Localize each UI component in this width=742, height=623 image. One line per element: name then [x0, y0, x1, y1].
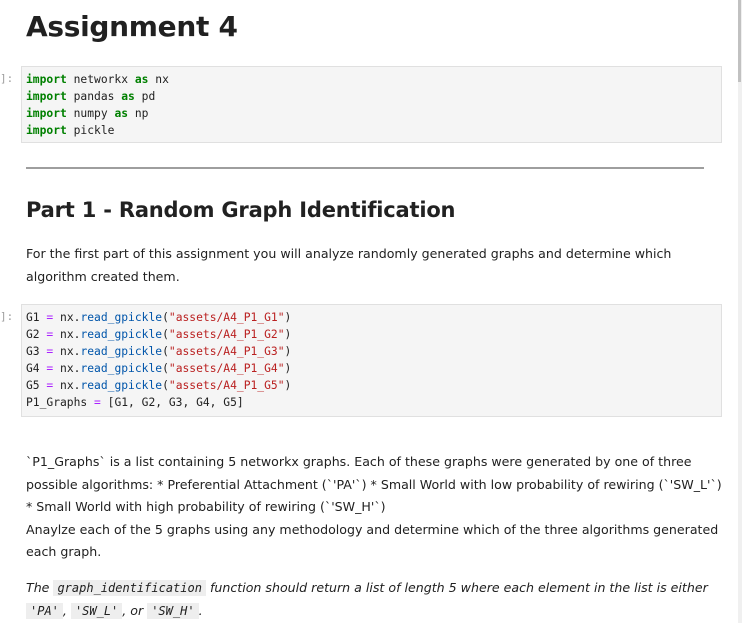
inline-code: 'SW_H' [147, 602, 199, 619]
code-line: G4 = nx.read_gpickle("assets/A4_P1_G4") [26, 360, 721, 377]
string-literal: "assets/A4_P1_G4" [168, 362, 285, 375]
string-literal: "assets/A4_P1_G5" [168, 379, 285, 392]
notebook-page: Assignment 4 ]: import networkx as nx im… [0, 0, 738, 623]
code-line: import pandas as pd [26, 88, 721, 105]
object: nx. [60, 362, 81, 375]
code-line: G2 = nx.read_gpickle("assets/A4_P1_G2") [26, 326, 721, 343]
code-line: import numpy as np [26, 105, 721, 122]
code-line: G1 = nx.read_gpickle("assets/A4_P1_G1") [26, 309, 721, 326]
text: , or [122, 602, 144, 618]
text-line: For the first part of this assignment yo… [26, 246, 672, 261]
variable: P1_Graphs [26, 396, 88, 409]
text: , [62, 602, 67, 618]
paren: ( [162, 362, 169, 375]
keyword: as [121, 90, 135, 103]
variable: G2 [26, 328, 40, 341]
text: function should return a list of length … [209, 580, 708, 595]
module-name: pickle [73, 124, 115, 137]
cell-prompt: ]: [0, 310, 14, 323]
keyword: as [134, 73, 149, 86]
description-paragraph: `P1_Graphs` is a list containing 5 netwo… [26, 451, 722, 564]
text: The [26, 580, 50, 595]
paren: ) [284, 345, 292, 358]
object: nx. [60, 311, 81, 324]
function-name: read_gpickle [80, 379, 163, 392]
string-literal: "assets/A4_P1_G1" [168, 311, 285, 324]
variable: G4 [26, 362, 40, 375]
vertical-scrollbar[interactable] [738, 0, 742, 623]
paren: ) [284, 379, 292, 392]
code-cell-load-graphs[interactable]: G1 = nx.read_gpickle("assets/A4_P1_G1") … [21, 304, 722, 417]
inline-code: 'PA' [26, 602, 63, 619]
code-line: G3 = nx.read_gpickle("assets/A4_P1_G3") [26, 343, 721, 360]
inline-code: 'SW_L' [70, 602, 123, 619]
keyword: import [26, 124, 67, 137]
text-line: * Small World with high probability of r… [26, 499, 386, 514]
string-literal: "assets/A4_P1_G2" [168, 328, 285, 341]
alias: nx [155, 73, 169, 86]
paren: ) [284, 362, 292, 375]
text-line: The graph_identification function should… [26, 577, 716, 600]
object: nx. [60, 328, 81, 341]
intro-paragraph: For the first part of this assignment yo… [26, 243, 716, 288]
scrollbar-thumb[interactable] [738, 0, 741, 82]
keyword: import [26, 107, 67, 120]
return-note-paragraph: The graph_identification function should… [26, 577, 716, 622]
variable: G5 [26, 379, 40, 392]
text-line: algorithm created them. [26, 268, 180, 284]
operator: = [46, 362, 54, 375]
text-line: 'PA', 'SW_L', or 'SW_H'. [26, 600, 716, 623]
code-line: import pickle [26, 122, 721, 139]
section-heading: Part 1 - Random Graph Identification [26, 198, 456, 222]
code-line: G5 = nx.read_gpickle("assets/A4_P1_G5") [26, 377, 721, 394]
code-cell-imports[interactable]: import networkx as nx import pandas as p… [21, 66, 722, 143]
alias: pd [141, 90, 156, 103]
paren: ) [284, 311, 292, 324]
module-name: numpy [73, 107, 108, 120]
operator: = [46, 379, 54, 392]
operator: = [46, 328, 54, 341]
alias: np [134, 107, 149, 120]
paren: ( [162, 379, 169, 392]
inline-code: graph_identification [53, 580, 206, 596]
code-line: import networkx as nx [26, 71, 721, 88]
text-line: possible algorithms: * Preferential Atta… [26, 476, 722, 492]
operator: = [46, 311, 54, 324]
cell-prompt: ]: [0, 72, 14, 85]
string-literal: "assets/A4_P1_G3" [168, 345, 285, 358]
paren: ( [162, 345, 169, 358]
operator: = [46, 345, 54, 358]
text-line: each graph. [26, 544, 102, 559]
function-name: read_gpickle [80, 311, 163, 324]
module-name: pandas [73, 90, 115, 103]
object: nx. [60, 379, 81, 392]
function-name: read_gpickle [80, 328, 163, 341]
function-name: read_gpickle [80, 345, 163, 358]
paren: ( [162, 328, 169, 341]
operator: = [94, 396, 101, 409]
horizontal-rule [26, 167, 704, 169]
text: . [198, 602, 203, 618]
keyword: as [114, 107, 129, 120]
variable: G3 [26, 345, 40, 358]
module-name: networkx [73, 73, 129, 86]
list-literal: [G1, G2, G3, G4, G5] [107, 396, 244, 409]
paren: ( [162, 311, 169, 324]
text-line: Anaylze each of the 5 graphs using any m… [26, 521, 719, 537]
keyword: import [26, 73, 67, 86]
variable: G1 [26, 311, 40, 324]
function-name: read_gpickle [80, 362, 163, 375]
keyword: import [26, 90, 67, 103]
notebook-title: Assignment 4 [26, 10, 238, 43]
code-line: P1_Graphs = [G1, G2, G3, G4, G5] [26, 394, 721, 411]
text-line: `P1_Graphs` is a list containing 5 netwo… [26, 454, 692, 469]
object: nx. [60, 345, 81, 358]
paren: ) [284, 328, 292, 341]
